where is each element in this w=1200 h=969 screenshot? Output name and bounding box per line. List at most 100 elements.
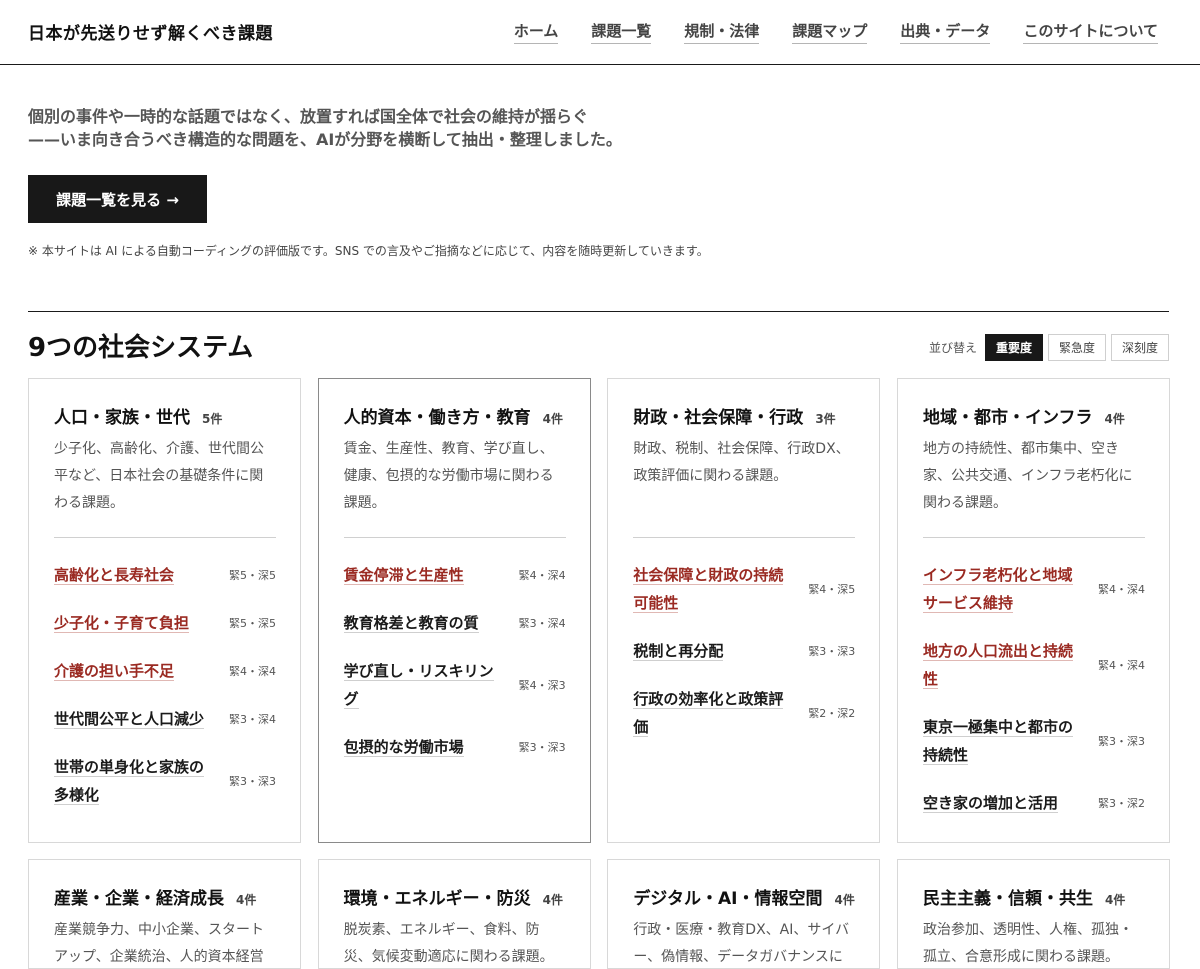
nav-regulations[interactable]: 規制・法律 xyxy=(684,20,760,44)
nav-issue-list[interactable]: 課題一覧 xyxy=(591,20,652,44)
card-description: 賃金、生産性、教育、学び直し、健康、包摂的な労働市場に関わる課題。 xyxy=(343,441,554,511)
issue-title: 世代間公平と人口減少 xyxy=(54,710,205,729)
card-header: 財政・社会保障・行政 3件 xyxy=(633,403,855,428)
issue-item[interactable]: 賃金停滞と生産性 緊4・深4 xyxy=(343,561,566,589)
nav-sources[interactable]: 出典・データ xyxy=(900,20,991,44)
issue-item[interactable]: 行政の効率化と政策評価 緊2・深2 xyxy=(633,685,855,741)
card-issue-count: 3件 xyxy=(815,412,836,426)
issue-title: 社会保障と財政の持続可能性 xyxy=(633,566,784,613)
issue-title: 世帯の単身化と家族の多様化 xyxy=(54,758,205,805)
issue-link[interactable]: 東京一極集中と都市の持続性 xyxy=(922,713,1083,769)
issue-link[interactable]: 包摂的な労働市場 xyxy=(343,733,504,761)
card-description: 財政、税制、社会保障、行政DX、政策評価に関わる課題。 xyxy=(633,441,850,484)
site-title[interactable]: 日本が先送りせず解くべき課題 xyxy=(28,19,273,44)
card-description: 少子化、高齢化、介護、世代間公平など、日本社会の基礎条件に関わる課題。 xyxy=(54,441,264,511)
sort-label: 並び替え xyxy=(928,341,977,355)
system-card[interactable]: 人的資本・働き方・教育 4件 賃金、生産性、教育、学び直し、健康、包摂的な労働市場に… xyxy=(317,378,591,843)
issue-score: 緊3・深2 xyxy=(1097,797,1145,810)
issue-link[interactable]: 空き家の増加と活用 xyxy=(922,789,1083,817)
issue-item[interactable]: 教育格差と教育の質 緊3・深4 xyxy=(343,609,566,637)
issue-title: インフラ老朽化と地域サービス維持 xyxy=(922,566,1073,613)
issue-link[interactable]: 少子化・子育て負担 xyxy=(54,609,214,637)
system-card[interactable]: 産業・企業・経済成長 4件 産業競争力、中小企業、スタートアップ、企業統治、人的資本… xyxy=(28,859,301,969)
issue-item[interactable]: 少子化・子育て負担 緊5・深5 xyxy=(54,609,276,637)
nav-issue-map[interactable]: 課題マップ xyxy=(792,20,868,44)
card-divider xyxy=(922,537,1145,538)
card-title[interactable]: 産業・企業・経済成長 xyxy=(54,884,224,909)
issue-item[interactable]: 東京一極集中と都市の持続性 緊3・深3 xyxy=(922,713,1145,769)
card-issue-count: 4件 xyxy=(1104,893,1126,907)
nav-home[interactable]: ホーム xyxy=(513,20,559,44)
card-header: 環境・エネルギー・防災 4件 xyxy=(344,884,566,909)
card-title[interactable]: デジタル・AI・情報空間 xyxy=(633,884,822,909)
issue-title: 地方の人口流出と持続性 xyxy=(922,642,1073,689)
issue-link[interactable]: 行政の効率化と政策評価 xyxy=(633,685,793,741)
view-issue-list-button[interactable]: 課題一覧を見る → xyxy=(28,175,207,223)
issue-link[interactable]: 地方の人口流出と持続性 xyxy=(922,637,1083,693)
issue-title: 賃金停滞と生産性 xyxy=(343,566,464,585)
system-card[interactable]: 財政・社会保障・行政 3件財政、税制、社会保障、行政DX、政策評価に関わる課題。社… xyxy=(607,378,881,843)
issue-score: 緊3・深4 xyxy=(518,617,566,630)
issue-link[interactable]: 賃金停滞と生産性 xyxy=(343,561,504,589)
issue-link[interactable]: 学び直し・リスキリング xyxy=(343,657,504,713)
issue-list: 賃金停滞と生産性 緊4・深4 教育格差と教育の質 緊3・深4 学び直し・リスキリング 緊4… xyxy=(343,561,566,761)
nav-about[interactable]: このサイトについて xyxy=(1023,20,1158,44)
card-divider xyxy=(633,537,856,538)
issue-score: 緊3・深3 xyxy=(518,741,566,754)
issue-title: 介護の担い手不足 xyxy=(54,662,175,681)
issue-item[interactable]: 税制と再分配 緊3・深3 xyxy=(633,637,855,665)
issue-item[interactable]: 介護の担い手不足 緊4・深4 xyxy=(54,657,276,685)
issue-item[interactable]: 世代間公平と人口減少 緊3・深4 xyxy=(54,705,276,733)
system-card[interactable]: 民主主義・信頼・共生 4件政治参加、透明性、人権、孤独・孤立、合意形成に関わる課題… xyxy=(896,859,1170,969)
system-card[interactable]: 地域・都市・インフラ 4件地方の持続性、都市集中、空き家、公共交通、インフラ老朽化… xyxy=(896,378,1170,843)
card-title[interactable]: 地域・都市・インフラ xyxy=(923,403,1093,428)
issue-item[interactable]: 空き家の増加と活用 緊3・深2 xyxy=(922,789,1145,817)
issue-link[interactable]: 世代間公平と人口減少 xyxy=(54,705,214,733)
card-issue-count: 4件 xyxy=(1104,412,1125,426)
issue-link[interactable]: 教育格差と教育の質 xyxy=(343,609,504,637)
system-card[interactable]: 環境・エネルギー・防災 4件 脱炭素、エネルギー、食料、防災、気候変動適応に関わる課… xyxy=(317,859,591,969)
sort-importance-button[interactable]: 重要度 xyxy=(984,334,1043,361)
card-description: 政治参加、透明性、人権、孤独・孤立、合意形成に関わる課題。 xyxy=(922,922,1133,965)
issue-link[interactable]: 税制と再分配 xyxy=(633,637,793,665)
issue-item[interactable]: 地方の人口流出と持続性 緊4・深4 xyxy=(922,637,1145,693)
issue-score: 緊4・深4 xyxy=(1097,659,1145,672)
issue-item[interactable]: インフラ老朽化と地域サービス維持 緊4・深4 xyxy=(922,561,1145,617)
system-card[interactable]: 人口・家族・世代 5件 少子化、高齢化、介護、世代間公平など、日本社会の基礎条件に関… xyxy=(28,378,301,843)
issue-list: 社会保障と財政の持続可能性 緊4・深5 税制と再分配 緊3・深3 行政の効率化と政策評価… xyxy=(633,561,855,741)
issue-link[interactable]: 世帯の単身化と家族の多様化 xyxy=(54,753,214,809)
issue-score: 緊3・深3 xyxy=(1097,735,1145,748)
issue-item[interactable]: 社会保障と財政の持続可能性 緊4・深5 xyxy=(633,561,855,617)
card-description: 行政・医療・教育DX、AI、サイバー、偽情報、データガバナンスに xyxy=(633,922,850,965)
card-title[interactable]: 人的資本・働き方・教育 xyxy=(344,403,531,428)
issue-link[interactable]: 介護の担い手不足 xyxy=(54,657,214,685)
issue-item[interactable]: 包摂的な労働市場 緊3・深3 xyxy=(343,733,566,761)
issue-title: 行政の効率化と政策評価 xyxy=(633,690,784,737)
card-issue-count: 4件 xyxy=(834,893,855,907)
card-header: 地域・都市・インフラ 4件 xyxy=(923,403,1145,428)
card-title[interactable]: 環境・エネルギー・防災 xyxy=(344,884,531,909)
sort-urgency-button[interactable]: 緊急度 xyxy=(1047,334,1106,361)
issue-score: 緊4・深5 xyxy=(808,583,856,596)
issue-title: 学び直し・リスキリング xyxy=(343,662,494,709)
sort-controls: 並び替え 重要度 緊急度 深刻度 xyxy=(929,334,1169,361)
issue-item[interactable]: 世帯の単身化と家族の多様化 緊3・深3 xyxy=(54,753,276,809)
system-card[interactable]: デジタル・AI・情報空間 4件行政・医療・教育DX、AI、サイバー、偽情報、データ… xyxy=(607,859,881,969)
card-title[interactable]: 人口・家族・世代 xyxy=(54,403,190,428)
card-divider xyxy=(54,537,276,538)
card-title[interactable]: 財政・社会保障・行政 xyxy=(633,403,803,428)
card-description: 地方の持続性、都市集中、空き家、公共交通、インフラ老朽化に関わる課題。 xyxy=(922,441,1133,511)
sort-severity-button[interactable]: 深刻度 xyxy=(1110,334,1169,361)
issue-title: 税制と再分配 xyxy=(633,642,724,661)
issue-item[interactable]: 高齢化と長寿社会 緊5・深5 xyxy=(54,561,276,589)
issue-link[interactable]: 高齢化と長寿社会 xyxy=(54,561,214,589)
issue-link[interactable]: 社会保障と財政の持続可能性 xyxy=(633,561,793,617)
card-title[interactable]: 民主主義・信頼・共生 xyxy=(923,884,1093,909)
issue-item[interactable]: 学び直し・リスキリング 緊4・深3 xyxy=(343,657,566,713)
issue-score: 緊4・深4 xyxy=(1097,583,1145,596)
issue-title: 東京一極集中と都市の持続性 xyxy=(922,718,1073,765)
issue-link[interactable]: インフラ老朽化と地域サービス維持 xyxy=(922,561,1083,617)
issue-title: 教育格差と教育の質 xyxy=(343,614,479,633)
issue-title: 高齢化と長寿社会 xyxy=(54,566,175,585)
main-nav: ホーム 課題一覧 規制・法律 課題マップ 出典・データ このサイトについて xyxy=(513,20,1158,44)
